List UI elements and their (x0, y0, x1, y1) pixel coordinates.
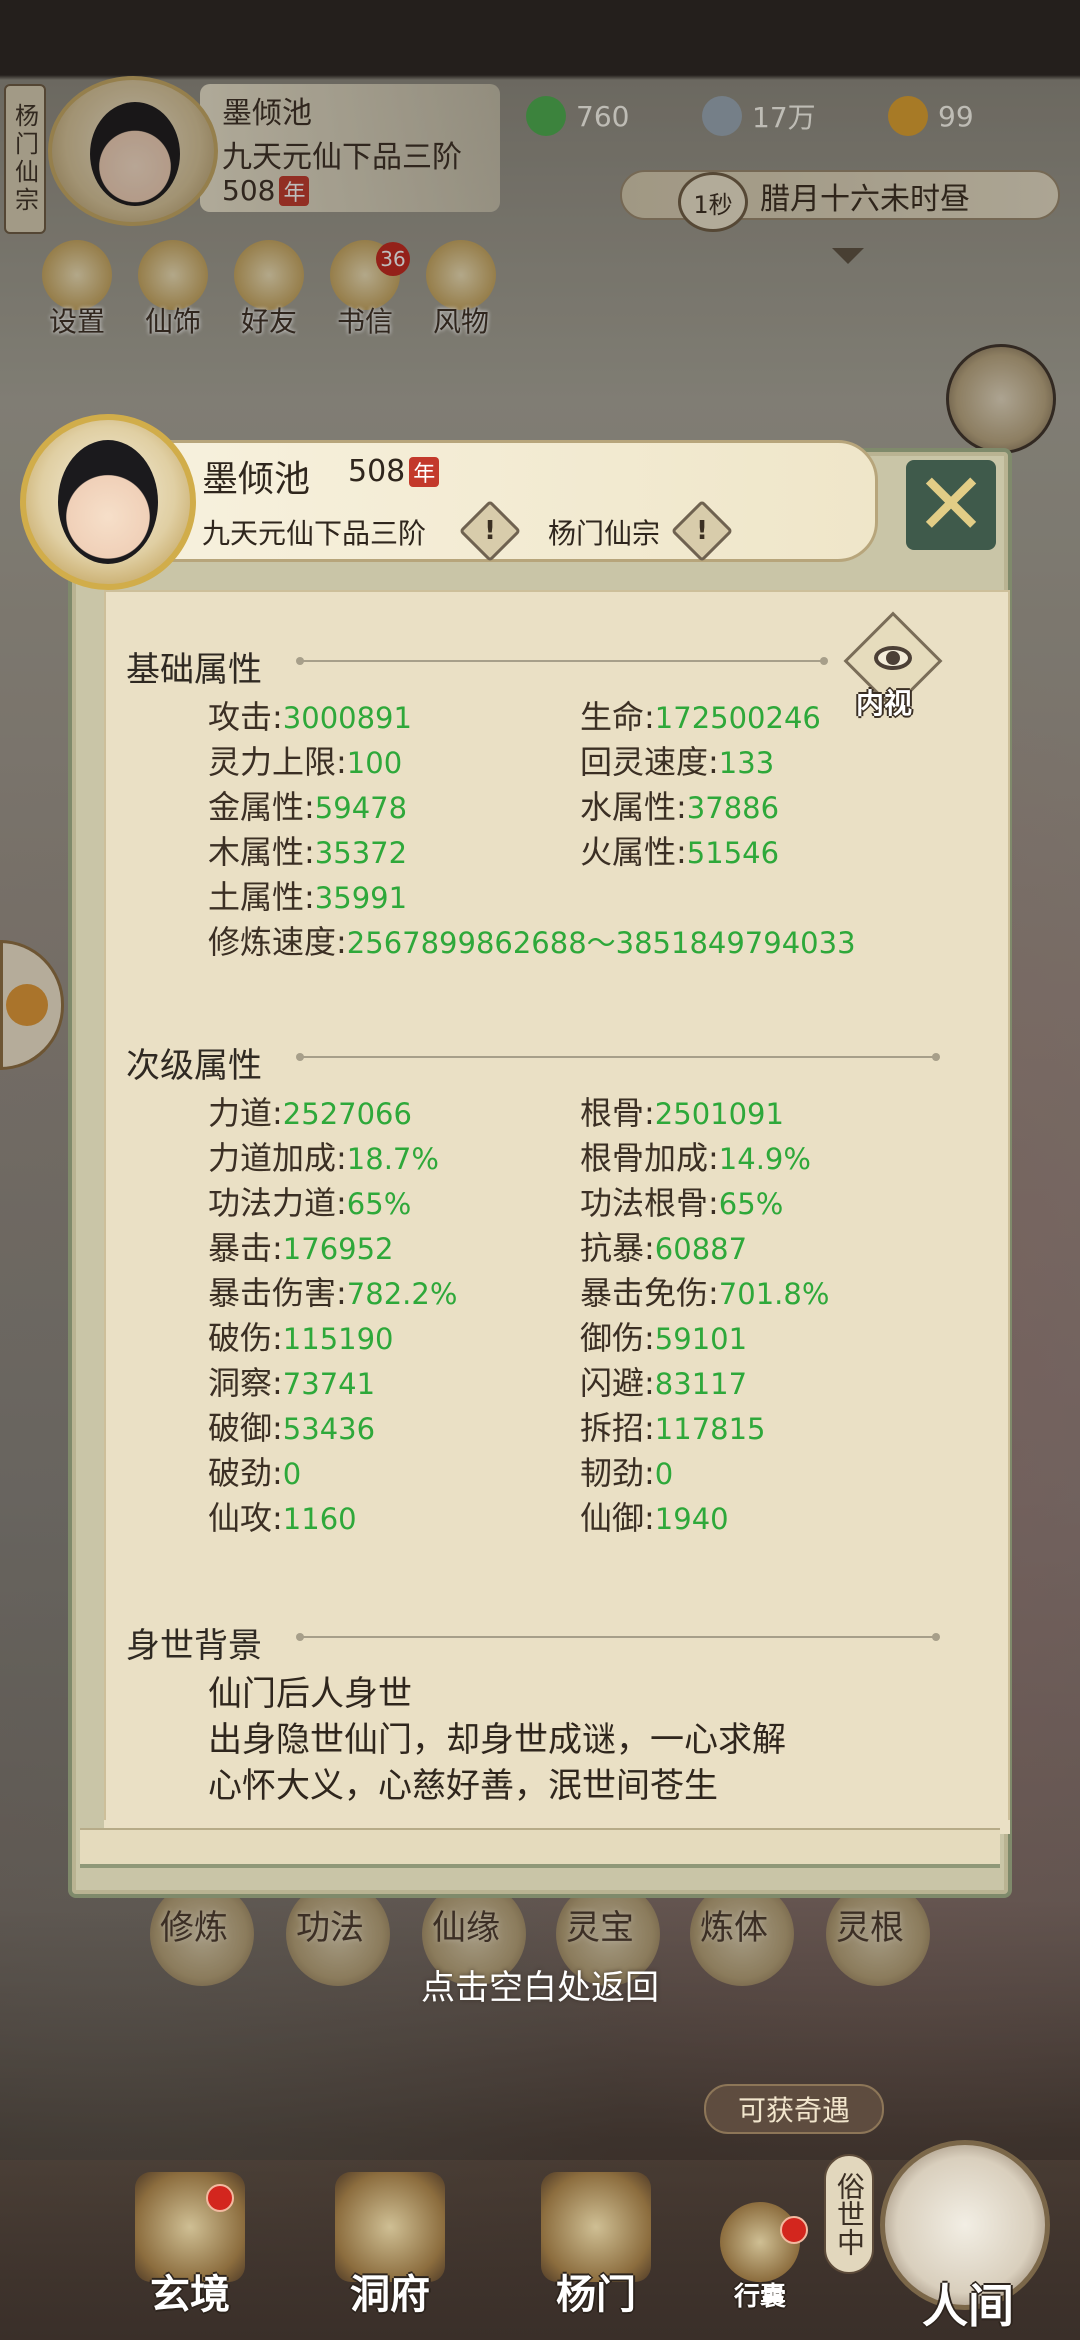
attr-dodge: 闪避:83117 (580, 1364, 748, 1402)
attr-crit-resist: 抗暴:60887 (580, 1229, 748, 1267)
return-hint: 点击空白处返回 (421, 1968, 659, 2008)
attr-spirit-regen: 回灵速度:133 (580, 743, 775, 781)
attr-cultivation-speed: 修炼速度:2567899862688～3851849794033 (208, 923, 856, 961)
close-x-icon: ✕ (914, 455, 988, 555)
attr-break-tenacity: 破劲:0 (208, 1454, 302, 1492)
attr-crit-damage: 暴击伤害:782.2% (208, 1274, 458, 1312)
attr-crit: 暴击:176952 (208, 1229, 394, 1267)
nav-mystic-realm[interactable]: 玄境 (110, 2172, 270, 2340)
attr-metal: 金属性:59478 (208, 788, 408, 826)
attr-constitution-bonus: 根骨加成:14.9% (580, 1139, 811, 1177)
inner-view-label: 内视 (856, 687, 913, 720)
eye-pupil (886, 651, 900, 665)
inner-view-button[interactable]: 内视 (843, 611, 943, 720)
background-line: 出身隐世仙门，却身世成谜，一心求解 (208, 1720, 786, 1760)
secondary-attributes-title: 次级属性 (126, 1046, 262, 1086)
attr-immortal-defense: 仙御:1940 (580, 1499, 729, 1537)
nav-human-world[interactable]: 人间 (860, 2140, 1070, 2340)
attr-counter: 拆招:117815 (580, 1409, 766, 1447)
modal-footer-bar (80, 1828, 1000, 1868)
background-line: 心怀大义，心慈好善，泯世间苍生 (208, 1766, 718, 1806)
attr-earth: 土属性:35991 (208, 878, 408, 916)
notification-dot (206, 2184, 234, 2212)
attr-health: 生命:172500246 (580, 698, 821, 736)
background-title: 身世背景 (126, 1626, 262, 1666)
modal-player-age: 508 年 (348, 454, 440, 489)
attr-technique-strength: 功法力道:65% (208, 1184, 412, 1222)
close-button[interactable]: ✕ (906, 460, 996, 550)
avatar-face (58, 440, 158, 564)
attr-wood: 木属性:35372 (208, 833, 408, 871)
attr-crit-damage-reduction: 暴击免伤:701.8% (580, 1274, 830, 1312)
attr-insight: 洞察:73741 (208, 1364, 376, 1402)
attr-fire: 火属性:51546 (580, 833, 780, 871)
section-divider (296, 1053, 940, 1061)
attr-strength: 力道:2527066 (208, 1094, 412, 1132)
attr-tenacity: 韧劲:0 (580, 1454, 674, 1492)
section-divider (296, 657, 828, 665)
basic-attributes-title: 基础属性 (126, 650, 262, 690)
nav-cave-dwelling[interactable]: 洞府 (310, 2172, 470, 2340)
modal-player-sect: 杨门仙宗 (548, 517, 661, 550)
notification-dot (780, 2216, 808, 2244)
attr-break-defense: 破御:53436 (208, 1409, 376, 1447)
attr-constitution: 根骨:2501091 (580, 1094, 784, 1132)
background-line: 仙门后人身世 (208, 1674, 412, 1714)
attr-water: 水属性:37886 (580, 788, 780, 826)
attr-pierce: 破伤:115190 (208, 1319, 394, 1357)
age-unit-badge: 年 (409, 456, 440, 487)
nav-bag[interactable]: 行囊 (700, 2172, 820, 2340)
adventure-button[interactable]: 可获奇遇 (704, 2084, 884, 2134)
attr-strength-bonus: 力道加成:18.7% (208, 1139, 439, 1177)
attr-technique-constitution: 功法根骨:65% (580, 1184, 784, 1222)
attr-attack: 攻击:3000891 (208, 698, 412, 736)
modal-player-name: 墨倾池 (202, 459, 311, 500)
age-value: 508 (348, 454, 406, 489)
section-divider (296, 1633, 940, 1641)
modal-avatar (20, 414, 196, 590)
attr-damage-resist: 御伤:59101 (580, 1319, 748, 1357)
attr-spirit-max: 灵力上限:100 (208, 743, 403, 781)
modal-player-rank: 九天元仙下品三阶 (202, 517, 427, 550)
attr-immortal-attack: 仙攻:1160 (208, 1499, 357, 1537)
nav-sect-gate[interactable]: 杨门 (516, 2172, 676, 2340)
